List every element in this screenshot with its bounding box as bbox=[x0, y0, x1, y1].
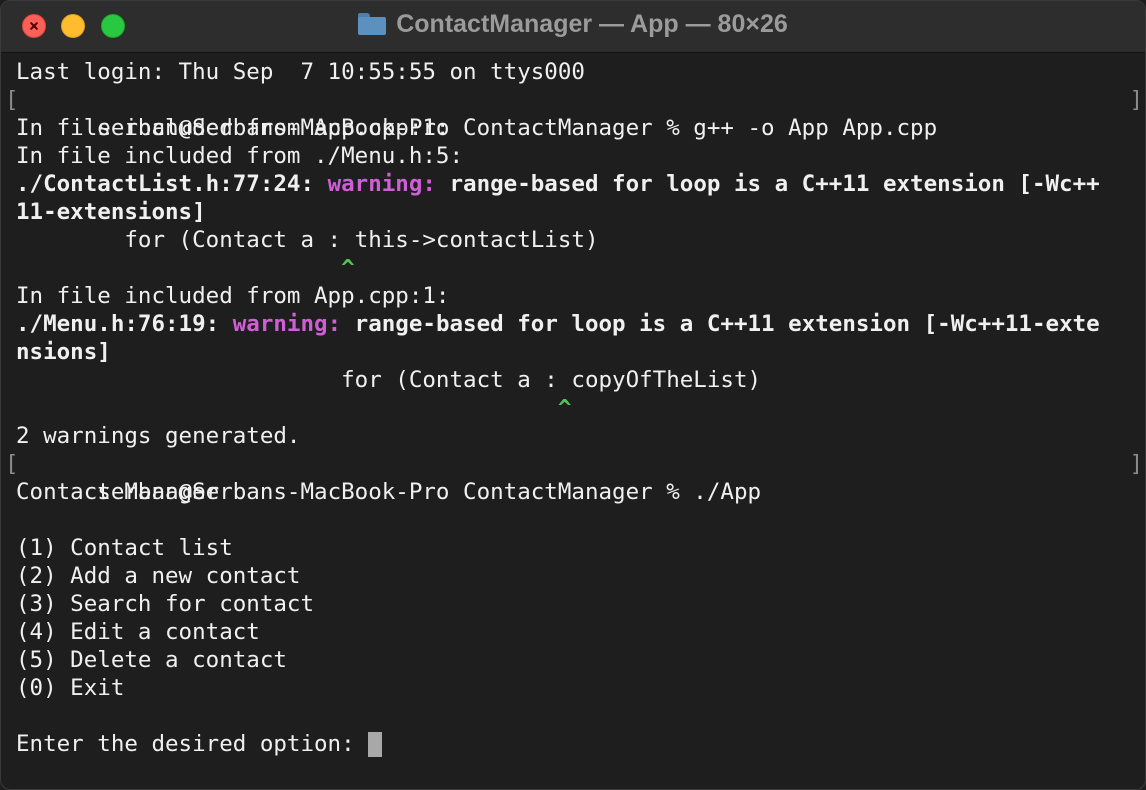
title-bar[interactable]: ContactManager — App — 80×26 bbox=[1, 1, 1145, 53]
code-line: for (Contact a : this->contactList) bbox=[16, 227, 599, 253]
login-line: Last login: Thu Sep 7 10:55:55 on ttys00… bbox=[16, 59, 585, 85]
line-mark-left: [ bbox=[5, 87, 19, 113]
menu-option: (5) Delete a contact bbox=[16, 647, 287, 673]
caret-line: ^ bbox=[1, 254, 1145, 282]
line-mark-right: ] bbox=[1129, 87, 1143, 113]
menu-option: (0) Exit bbox=[16, 675, 125, 701]
terminal-output[interactable]: Last login: Thu Sep 7 10:55:55 on ttys00… bbox=[1, 58, 1145, 788]
warning-line: ./ContactList.h:77:24: warning: range-ba… bbox=[1, 170, 1145, 198]
warning-label: warning: bbox=[232, 311, 342, 337]
warning-continuation: nsions] bbox=[16, 339, 111, 365]
caret-line: ^ bbox=[1, 394, 1145, 422]
window-title: ContactManager — App — 80×26 bbox=[1, 1, 1145, 47]
menu-option: (1) Contact list bbox=[16, 535, 233, 561]
folder-icon bbox=[358, 13, 387, 35]
app-title: Contact Manager bbox=[16, 479, 220, 505]
code-line: for (Contact a : copyOfTheList) bbox=[16, 367, 762, 393]
warning-line: ./Menu.h:76:19: warning: range-based for… bbox=[1, 310, 1145, 338]
include-line: In file included from App.cpp:1: bbox=[16, 283, 450, 309]
warning-continuation: 11-extensions] bbox=[16, 199, 206, 225]
warning-location: ./ContactList.h:77:24: bbox=[16, 171, 328, 197]
input-line[interactable]: Enter the desired option: bbox=[1, 730, 1145, 758]
prompt-line: [serban@Serbans-MacBook-Pro ContactManag… bbox=[1, 86, 1145, 141]
caret-marker: ^ bbox=[341, 255, 355, 281]
summary-line: 2 warnings generated. bbox=[16, 423, 301, 449]
warning-location: ./Menu.h:76:19: bbox=[16, 311, 233, 337]
menu-option: (3) Search for contact bbox=[16, 591, 315, 617]
include-line: In file included from ./Menu.h:5: bbox=[16, 143, 464, 169]
warning-label: warning: bbox=[327, 171, 436, 197]
include-line: In file included from App.cpp:1: bbox=[16, 115, 450, 141]
window-title-text: ContactManager — App — 80×26 bbox=[396, 9, 788, 38]
line-mark-left: [ bbox=[5, 451, 19, 477]
menu-option: (2) Add a new contact bbox=[16, 563, 301, 589]
text-cursor[interactable] bbox=[368, 732, 383, 757]
caret-marker: ^ bbox=[557, 395, 572, 421]
warning-message: range-based for loop is a C++11 extensio… bbox=[341, 311, 1100, 337]
warning-message: range-based for loop is a C++11 extensio… bbox=[435, 171, 1100, 197]
prompt-line: [serban@Serbans-MacBook-Pro ContactManag… bbox=[1, 450, 1145, 505]
terminal-window: ContactManager — App — 80×26 Last login:… bbox=[0, 0, 1146, 790]
line-mark-right: ] bbox=[1129, 451, 1143, 477]
input-prompt: Enter the desired option: bbox=[16, 731, 369, 757]
menu-option: (4) Edit a contact bbox=[16, 619, 260, 645]
